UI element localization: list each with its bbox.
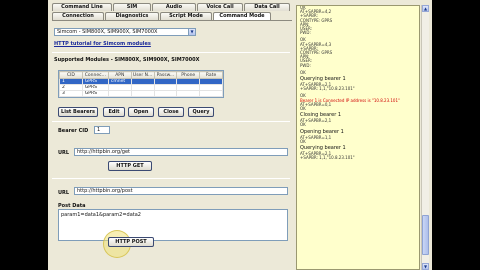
log-scrollbar[interactable]: ▲ ▼ <box>421 5 429 270</box>
open-button[interactable]: Open <box>128 107 154 117</box>
bottom-tab-row: Connection Diagnostics Script Mode Comma… <box>52 12 271 20</box>
scroll-down-icon[interactable]: ▼ <box>422 263 429 270</box>
query-button[interactable]: Query <box>188 107 214 117</box>
table-cell: GPRS <box>81 90 109 97</box>
bearer-cid-label: Bearer CID <box>58 128 89 134</box>
column-header[interactable]: APN <box>107 71 132 79</box>
http-tutorial-link[interactable]: HTTP tutorial for Simcom modules <box>54 41 151 47</box>
post-url-label: URL <box>58 190 70 196</box>
top-tab-row: Command Line SIM Audio Voice Call Data C… <box>52 3 290 11</box>
tab-command-mode[interactable]: Command Mode <box>213 12 271 20</box>
get-url-label: URL <box>58 150 70 156</box>
table-cell <box>153 90 178 97</box>
module-select-value: Simcom - SIM800X, SIM900X, SIM7000X <box>57 29 158 35</box>
divider <box>52 178 290 179</box>
column-header[interactable]: User N... <box>130 71 155 79</box>
list-bearers-button[interactable]: List Bearers <box>58 107 98 117</box>
table-header-row: CID Connec... APN User N... Passw... Pho… <box>59 71 223 79</box>
scroll-thumb[interactable] <box>422 215 429 255</box>
close-button[interactable]: Close <box>158 107 184 117</box>
tab-voice-call[interactable]: Voice Call <box>197 3 243 11</box>
tab-sim[interactable]: SIM <box>113 3 151 11</box>
bearer-table: CID Connec... APN User N... Passw... Pho… <box>58 70 224 98</box>
column-header[interactable]: Connec... <box>81 71 109 79</box>
table-cell <box>199 90 223 97</box>
table-cell <box>130 90 155 97</box>
table-row[interactable]: 3 GPRS <box>59 90 223 97</box>
response-log[interactable]: OK AT+SAPBR=4,2 +SAPBR: CONTYPE: GPRS APN: US… <box>296 5 420 270</box>
column-header[interactable]: CID <box>59 71 83 79</box>
tab-data-call[interactable]: Data Call <box>244 3 290 11</box>
post-data-field[interactable]: param1=data1&param2=data2 <box>58 209 288 241</box>
column-header[interactable]: Rate <box>199 71 223 79</box>
http-post-button[interactable]: HTTP POST <box>108 237 154 247</box>
tab-command-line[interactable]: Command Line <box>52 3 112 11</box>
bearer-cid-value: 1 <box>97 127 101 133</box>
http-panel: Simcom - SIM800X, SIM900X, SIM7000X ▼ HT… <box>52 21 292 270</box>
post-url-field[interactable]: http://httpbin.org/post <box>74 187 288 195</box>
tab-connection[interactable]: Connection <box>52 12 104 20</box>
column-header[interactable]: Phone <box>176 71 201 79</box>
get-url-field[interactable]: http://httpbin.org/get <box>74 148 288 156</box>
table-cell <box>176 90 201 97</box>
table-cell: 3 <box>59 90 83 97</box>
scroll-up-icon[interactable]: ▲ <box>422 5 429 12</box>
http-get-button[interactable]: HTTP GET <box>108 161 152 171</box>
bearer-cid-select[interactable]: 1 <box>94 126 110 134</box>
tab-audio[interactable]: Audio <box>152 3 196 11</box>
tab-diagnostics[interactable]: Diagnostics <box>105 12 159 20</box>
edit-button[interactable]: Edit <box>103 107 125 117</box>
table-cell <box>107 90 132 97</box>
column-header[interactable]: Passw... <box>153 71 178 79</box>
chevron-down-icon[interactable]: ▼ <box>188 29 195 35</box>
divider <box>52 52 290 53</box>
supported-modules-label: Supported Modules - SIM800X, SIM900X, SI… <box>54 57 200 63</box>
divider <box>52 121 290 122</box>
tab-script-mode[interactable]: Script Mode <box>160 12 212 20</box>
log-line: +SAPBR: 1,1,"10.8.23.101" <box>300 155 355 161</box>
app-window: Command Line SIM Audio Voice Call Data C… <box>48 0 432 270</box>
module-select[interactable]: Simcom - SIM800X, SIM900X, SIM7000X ▼ <box>54 28 196 36</box>
